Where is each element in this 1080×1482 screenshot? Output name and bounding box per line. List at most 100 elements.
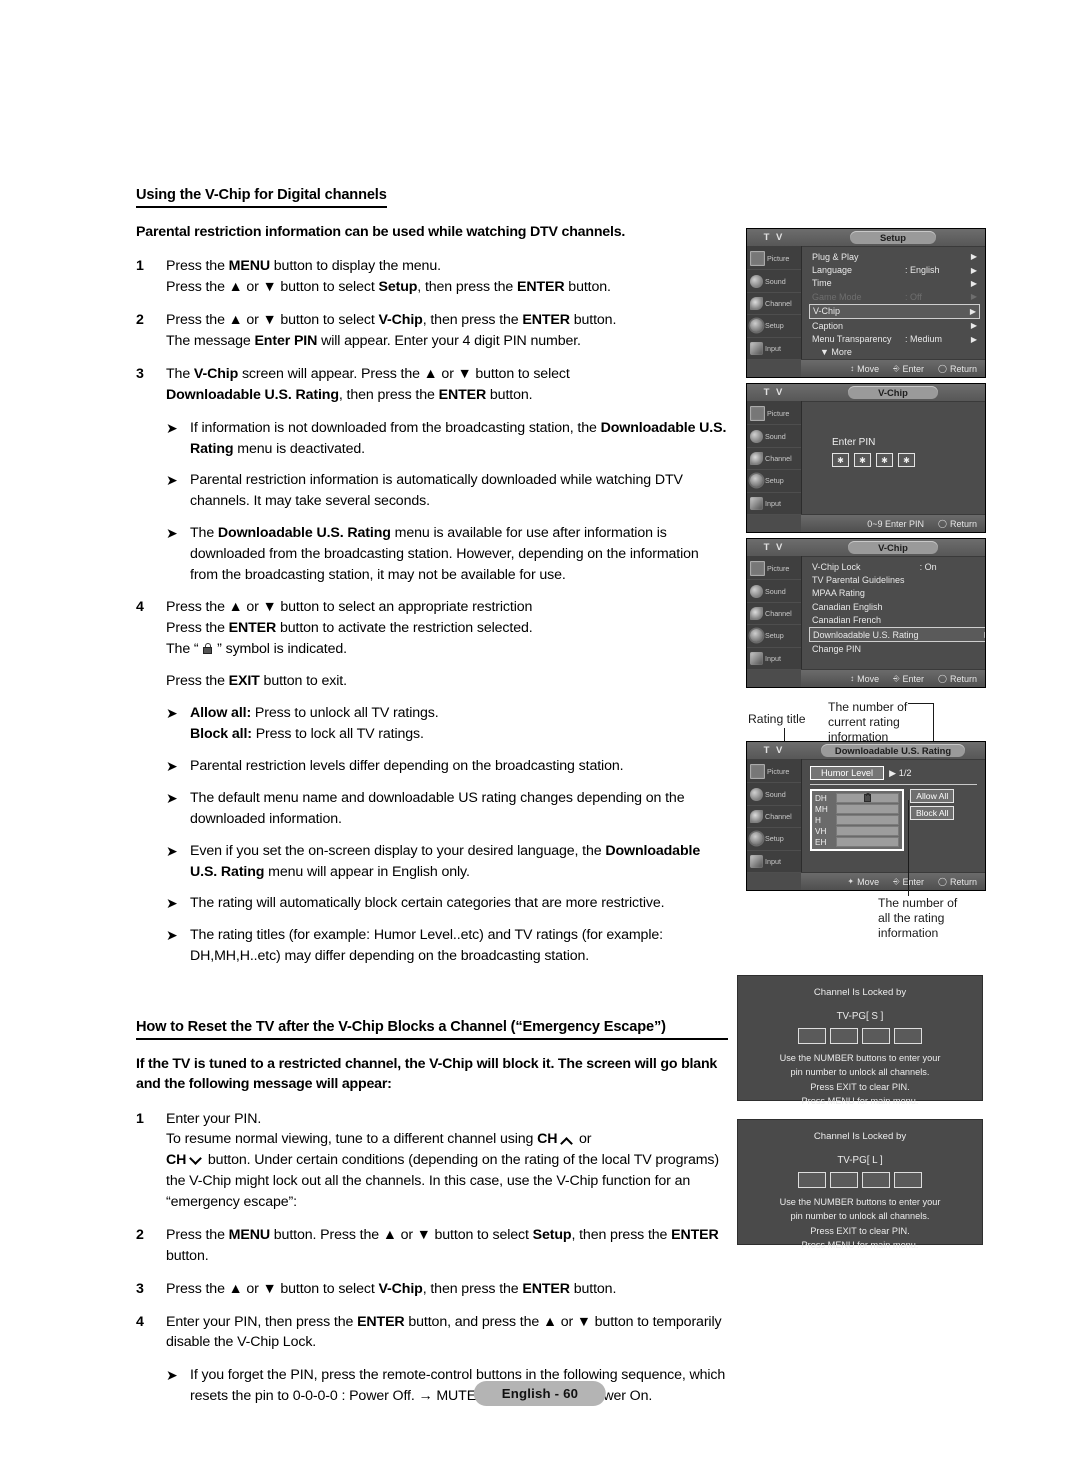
sidebar-item-picture[interactable]: Picture	[747, 403, 801, 426]
sidebar-item-label: Input	[765, 498, 781, 508]
rating-cell[interactable]	[836, 804, 899, 814]
pin-digit[interactable]: ✱	[854, 453, 871, 467]
sidebar-item-picture[interactable]: Picture	[747, 558, 801, 581]
menu-row-label: Language	[812, 265, 853, 276]
bullet-arrow-icon: ➤	[166, 419, 178, 436]
sidebar-item-label: Picture	[767, 564, 790, 574]
footer-move-label: Move	[857, 876, 880, 887]
menu-row-selected-vchip[interactable]: V-Chip ▶	[809, 303, 980, 319]
sidebar-item-channel[interactable]: Channel	[747, 806, 801, 829]
pin-digit[interactable]: ✱	[898, 453, 915, 467]
menu-row[interactable]: Language: English ▶	[810, 263, 979, 276]
osd-sidebar: Picture Sound Channel Setup Input	[747, 401, 802, 515]
table-row[interactable]: VH	[815, 826, 899, 836]
locked-title: Channel Is Locked by	[813, 1131, 907, 1142]
osd-footer: ✦ Move ⎆ Enter ◯ Return	[801, 872, 985, 890]
osd-titlebar: T V V-Chip	[747, 539, 985, 557]
table-row[interactable]: MH	[815, 804, 899, 814]
exit-instruction: Press the EXIT button to exit.	[166, 671, 728, 692]
sidebar-item-sound[interactable]: Sound	[747, 270, 801, 293]
menu-row-value: : English	[905, 265, 940, 276]
step-line: Press the MENU button to display the men…	[166, 258, 441, 275]
osd-footer: ↕ Move ⎆ Enter ◯ Return	[801, 669, 985, 687]
section-heading-digital-vchip: Using the V-Chip for Digital channels	[136, 186, 387, 209]
menu-row[interactable]: Canadian French ▶	[810, 614, 985, 627]
sidebar-item-input[interactable]: Input	[747, 648, 801, 670]
sidebar-item-setup[interactable]: Setup	[747, 625, 801, 648]
menu-row[interactable]: TV Parental Guidelines ▶	[810, 573, 985, 586]
document-text-column: Using the V-Chip for Digital channels Pa…	[136, 186, 728, 1418]
rating-cell[interactable]	[836, 826, 899, 836]
table-row[interactable]: DH	[815, 792, 899, 803]
osd-body: Picture Sound Channel Setup Input Humor …	[747, 759, 985, 873]
step-line: CH button. Under certain conditions (dep…	[166, 1152, 719, 1211]
menu-more-row[interactable]: ▼ More	[810, 347, 979, 357]
pin-digit[interactable]	[862, 1172, 890, 1188]
step-line: Press the ▲ or ▼ button to select Setup,…	[166, 279, 611, 296]
allow-all-button[interactable]: Allow All	[910, 789, 955, 803]
bullet-text: If information is not downloaded from th…	[190, 419, 727, 457]
sidebar-item-sound[interactable]: Sound	[747, 783, 801, 806]
step-number: 1	[136, 258, 144, 275]
step-line: Downloadable U.S. Rating, then press the…	[166, 386, 533, 403]
locked-instruction: pin number to unlock all channels.	[790, 1067, 930, 1078]
setup-icon	[750, 832, 763, 846]
table-row[interactable]: EH	[815, 837, 899, 847]
sidebar-item-input[interactable]: Input	[747, 851, 801, 873]
footer-move: ✦ Move	[847, 877, 879, 887]
pin-digit[interactable]	[894, 1172, 922, 1188]
osd-title: V-Chip	[801, 541, 985, 554]
channel-icon	[750, 809, 763, 823]
sidebar-item-input[interactable]: Input	[747, 338, 801, 360]
sidebar-item-picture[interactable]: Picture	[747, 761, 801, 784]
sidebar-item-channel[interactable]: Channel	[747, 603, 801, 626]
menu-row[interactable]: Caption ▶	[810, 319, 979, 332]
sidebar-item-channel[interactable]: Channel	[747, 448, 801, 471]
sidebar-item-setup[interactable]: Setup	[747, 470, 801, 493]
pin-digit[interactable]	[830, 1028, 858, 1044]
osd-vchip-pin: T V V-Chip Picture Sound Channel Setup I…	[746, 383, 986, 533]
menu-row[interactable]: Canadian English ▶	[810, 600, 985, 613]
chevron-right-icon: ▶	[970, 334, 977, 344]
pin-digit[interactable]	[798, 1028, 826, 1044]
pin-digit[interactable]	[830, 1172, 858, 1188]
sidebar-item-label: Channel	[765, 453, 792, 463]
menu-row[interactable]: Plug & Play ▶	[810, 250, 979, 263]
pin-digit[interactable]	[862, 1028, 890, 1044]
pin-digit[interactable]	[894, 1028, 922, 1044]
footer-enter: ⎆ Enter	[893, 674, 924, 684]
pin-digit[interactable]: ✱	[832, 453, 849, 467]
callout-all-rating-count: The number of all the rating information	[878, 896, 958, 941]
pin-digit[interactable]: ✱	[876, 453, 893, 467]
menu-row[interactable]: Time ▶	[810, 277, 979, 290]
bullet-arrow-icon: ➤	[166, 705, 178, 722]
step-number: 1	[136, 1110, 144, 1127]
osd-downloadable-rating: T V Downloadable U.S. Rating Picture Sou…	[746, 741, 986, 891]
sidebar-item-sound[interactable]: Sound	[747, 425, 801, 448]
menu-row[interactable]: Menu Transparency: Medium ▶	[810, 332, 979, 345]
sidebar-item-sound[interactable]: Sound	[747, 580, 801, 603]
sidebar-item-channel[interactable]: Channel	[747, 293, 801, 316]
rating-cell[interactable]	[836, 815, 899, 825]
block-all-button[interactable]: Block All	[910, 806, 955, 820]
rating-title-field[interactable]: Humor Level	[810, 766, 885, 780]
pin-digit[interactable]	[798, 1172, 826, 1188]
osd-tv-label: T V	[763, 542, 785, 553]
menu-row[interactable]: Change PIN ▶	[810, 642, 985, 655]
sidebar-item-input[interactable]: Input	[747, 493, 801, 515]
step-item: 2 Press the ▲ or ▼ button to select V-Ch…	[136, 310, 728, 352]
lock-icon	[864, 792, 871, 802]
step-body: Press the ▲ or ▼ button to select an app…	[166, 597, 728, 660]
rating-cell[interactable]	[836, 837, 899, 847]
sidebar-item-setup[interactable]: Setup	[747, 828, 801, 851]
sidebar-item-picture[interactable]: Picture	[747, 248, 801, 271]
sidebar-item-setup[interactable]: Setup	[747, 315, 801, 338]
rating-cell[interactable]	[836, 792, 899, 803]
menu-row-selected-downloadable[interactable]: Downloadable U.S. Rating ▶	[809, 626, 985, 643]
chevron-right-icon: ▶	[982, 616, 985, 625]
footer-enter-label: Enter	[902, 363, 925, 374]
menu-row[interactable]: V-Chip Lock: On ▶	[810, 560, 985, 573]
menu-row[interactable]: MPAA Rating ▶	[810, 587, 985, 600]
table-row[interactable]: H	[815, 815, 899, 825]
bullet-text: Even if you set the on-screen display to…	[190, 842, 701, 880]
